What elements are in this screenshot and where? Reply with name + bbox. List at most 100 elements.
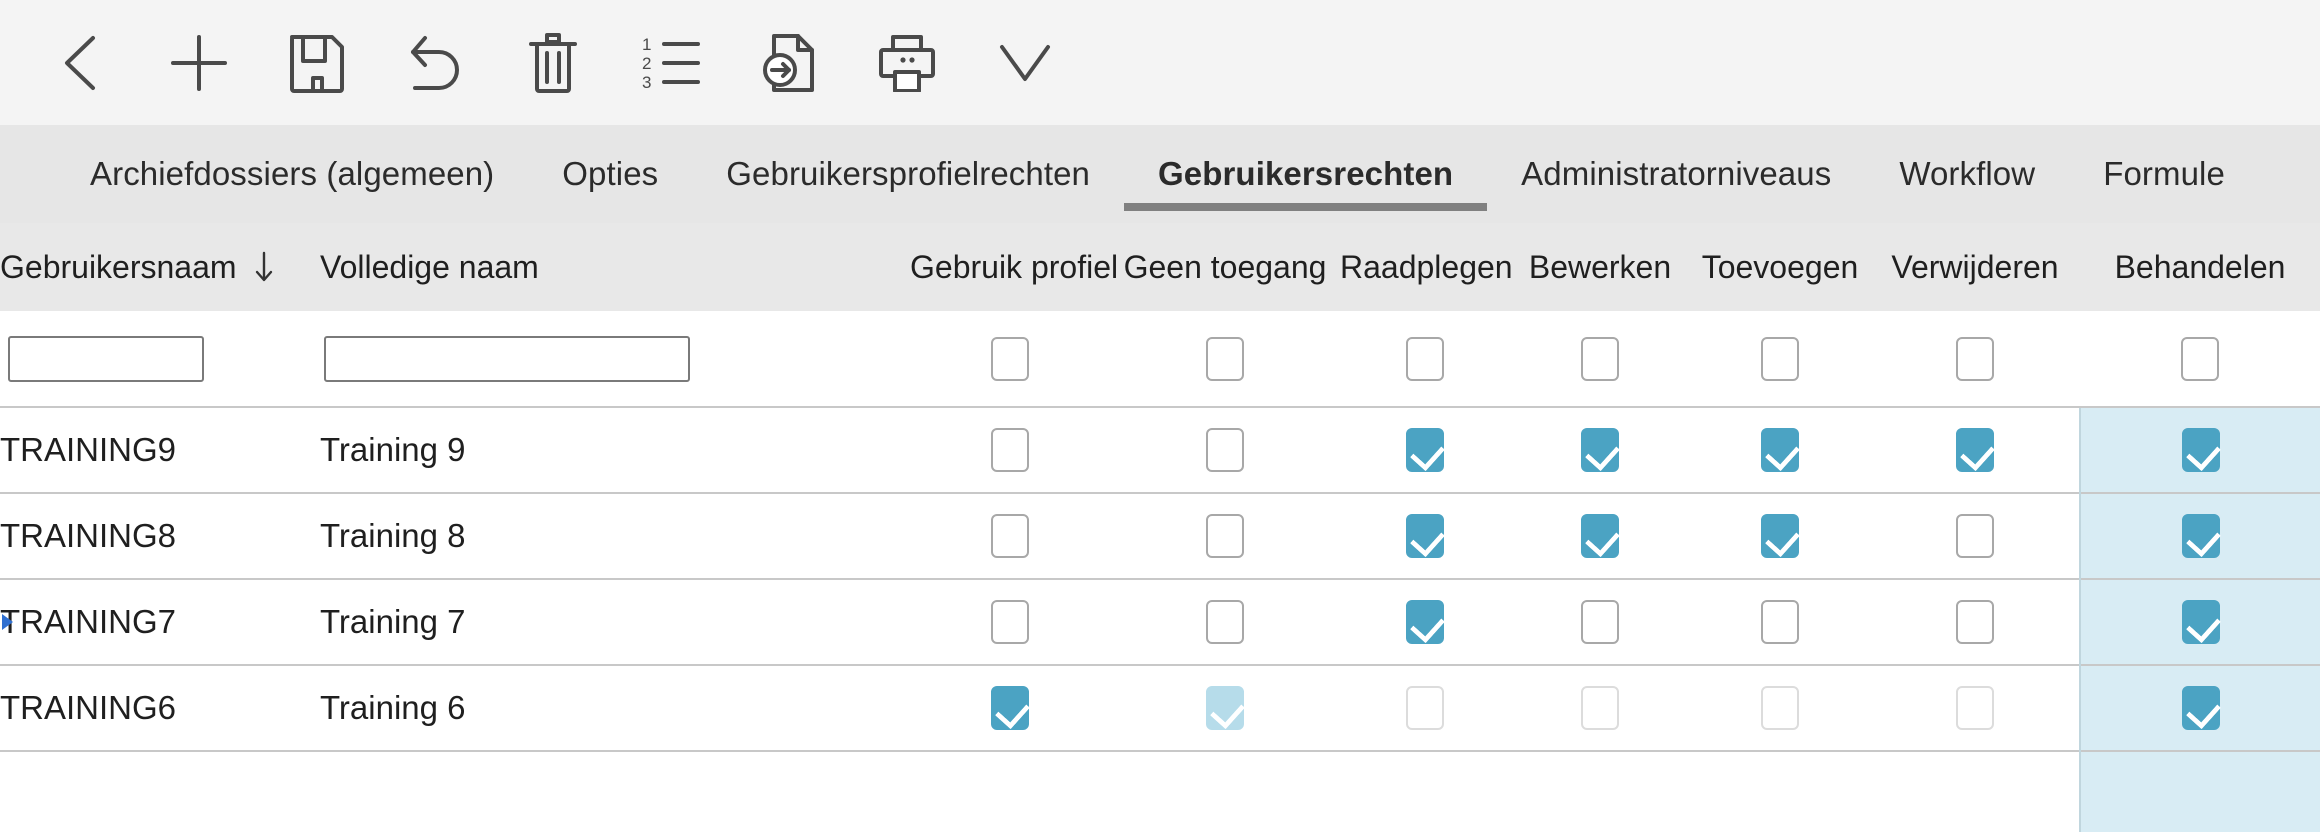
checkbox-handle[interactable] bbox=[2181, 600, 2220, 644]
cell-consult bbox=[1340, 406, 1510, 493]
cell-value: TRAINING9 bbox=[0, 431, 177, 468]
cell-value: Training 8 bbox=[320, 517, 466, 554]
filter-cell-username bbox=[0, 311, 320, 407]
checkbox-handle[interactable] bbox=[2181, 428, 2220, 472]
filter-input-gebruikersnaam[interactable] bbox=[8, 335, 204, 382]
checkbox-handle[interactable] bbox=[2181, 686, 2220, 730]
column-header-label: Volledige naam bbox=[320, 248, 539, 285]
column-header-volledige-naam[interactable]: Volledige naam bbox=[320, 223, 910, 311]
checkbox-consult[interactable] bbox=[1406, 600, 1444, 644]
filter-checkbox-toevoegen[interactable] bbox=[1761, 336, 1799, 381]
filter-checkbox-bewerken[interactable] bbox=[1581, 336, 1619, 381]
cell-profile bbox=[910, 492, 1110, 579]
cell-add bbox=[1690, 406, 1870, 493]
export-document-button[interactable] bbox=[730, 8, 848, 118]
cell-volledige-naam[interactable]: Training 6 bbox=[320, 664, 910, 751]
tab-gebruikersrechten[interactable]: Gebruikersrechten bbox=[1124, 125, 1488, 223]
checkbox-add[interactable] bbox=[1761, 514, 1799, 558]
cell-handle bbox=[2079, 492, 2320, 579]
checkbox-edit[interactable] bbox=[1581, 428, 1619, 472]
checkbox-add[interactable] bbox=[1761, 428, 1799, 472]
numbered-list-button[interactable]: 1 2 3 bbox=[612, 8, 730, 118]
checkbox-profile[interactable] bbox=[991, 686, 1029, 730]
column-header-behandelen[interactable]: Behandelen bbox=[2080, 223, 2320, 311]
cell-volledige-naam[interactable] bbox=[320, 750, 910, 832]
toolbar: 1 2 3 bbox=[0, 0, 2320, 125]
column-header-verwijderen[interactable]: Verwijderen bbox=[1870, 223, 2080, 311]
filter-checkbox-behandelen[interactable] bbox=[2181, 336, 2219, 381]
cell-consult bbox=[1340, 664, 1510, 751]
print-button[interactable] bbox=[848, 8, 966, 118]
save-button[interactable] bbox=[258, 8, 376, 118]
print-icon bbox=[877, 34, 937, 92]
checkbox-delete[interactable] bbox=[1955, 600, 1994, 644]
cell-gebruikersnaam[interactable]: TRAINING8 bbox=[0, 492, 320, 579]
cell-delete bbox=[1870, 406, 2080, 493]
column-header-label: Gebruik profiel bbox=[910, 248, 1119, 285]
tab-formule[interactable]: Formule bbox=[2069, 125, 2259, 223]
checkbox-edit[interactable] bbox=[1581, 514, 1619, 558]
cell-volledige-naam[interactable]: Training 7 bbox=[320, 578, 910, 665]
cell-value: TRAINING8 bbox=[0, 517, 177, 554]
cell-gebruikersnaam[interactable]: TRAINING7 bbox=[0, 578, 320, 665]
tab-administratorniveaus[interactable]: Administratorniveaus bbox=[1487, 125, 1865, 223]
tab-label: Gebruikersrechten bbox=[1158, 155, 1454, 192]
checkbox-delete[interactable] bbox=[1955, 428, 1994, 472]
table-row[interactable]: TRAINING8 Training 8 bbox=[0, 492, 2320, 579]
filter-checkbox-raadplegen[interactable] bbox=[1406, 336, 1444, 381]
add-button[interactable] bbox=[140, 8, 258, 118]
checkbox-consult[interactable] bbox=[1406, 428, 1444, 472]
column-header-gebruik-profiel[interactable]: Gebruik profiel bbox=[910, 223, 1118, 311]
cell-handle bbox=[2079, 750, 2320, 832]
cell-gebruikersnaam[interactable]: TRAINING9 bbox=[0, 406, 320, 493]
filter-input-volledige-naam[interactable] bbox=[324, 335, 690, 382]
checkbox-add bbox=[1761, 686, 1799, 730]
filter-checkbox-geen-toegang[interactable] bbox=[1206, 336, 1244, 381]
column-header-gebruikersnaam[interactable]: Gebruikersnaam bbox=[0, 223, 320, 311]
column-header-raadplegen[interactable]: Raadplegen bbox=[1340, 223, 1513, 311]
table-row[interactable]: TRAINING9 Training 9 bbox=[0, 406, 2320, 493]
permissions-grid: Gebruikersnaam Volledige naam Gebruik pr… bbox=[0, 223, 2320, 832]
filter-checkbox-verwijderen[interactable] bbox=[1956, 336, 1994, 381]
tab-opties[interactable]: Opties bbox=[528, 125, 692, 223]
checkbox-noaccess[interactable] bbox=[1206, 428, 1244, 472]
filter-checkbox-gebruik-profiel[interactable] bbox=[991, 336, 1029, 381]
checkbox-edit[interactable] bbox=[1581, 600, 1619, 644]
cell-volledige-naam[interactable]: Training 9 bbox=[320, 406, 910, 493]
checkbox-noaccess[interactable] bbox=[1206, 600, 1244, 644]
table-row[interactable]: TRAINING6 Training 6 bbox=[0, 664, 2320, 751]
table-row[interactable] bbox=[0, 750, 2320, 832]
checkbox-add[interactable] bbox=[1761, 600, 1799, 644]
column-header-bewerken[interactable]: Bewerken bbox=[1510, 223, 1690, 311]
table-row[interactable]: TRAINING7 Training 7 bbox=[0, 578, 2320, 665]
checkbox-noaccess[interactable] bbox=[1206, 514, 1244, 558]
checkbox-profile[interactable] bbox=[991, 514, 1029, 558]
cell-profile bbox=[910, 406, 1110, 493]
tab-label: Opties bbox=[562, 155, 659, 192]
undo-button[interactable] bbox=[376, 8, 494, 118]
back-button[interactable] bbox=[22, 8, 140, 118]
cell-noaccess bbox=[1110, 664, 1340, 751]
column-header-label: Verwijderen bbox=[1891, 248, 2059, 285]
cell-gebruikersnaam[interactable] bbox=[0, 750, 320, 832]
checkbox-delete[interactable] bbox=[1955, 514, 1994, 558]
cell-volledige-naam[interactable]: Training 8 bbox=[320, 492, 910, 579]
tab-label: Workflow bbox=[1899, 155, 2036, 192]
cell-gebruikersnaam[interactable]: TRAINING6 bbox=[0, 664, 320, 751]
undo-icon bbox=[405, 32, 465, 94]
tab-workflow[interactable]: Workflow bbox=[1865, 125, 2069, 223]
tab-archiefdossiers-algemeen[interactable]: Archiefdossiers (algemeen) bbox=[56, 125, 528, 223]
tab-gebruikersprofielrechten[interactable]: Gebruikersprofielrechten bbox=[692, 125, 1124, 223]
checkbox-consult[interactable] bbox=[1406, 514, 1444, 558]
cell-add bbox=[1690, 578, 1870, 665]
cell-profile bbox=[910, 664, 1110, 751]
more-button[interactable] bbox=[966, 8, 1084, 118]
checkbox-profile[interactable] bbox=[991, 600, 1029, 644]
delete-button[interactable] bbox=[494, 8, 612, 118]
checkbox-handle[interactable] bbox=[2181, 514, 2220, 558]
cell-profile bbox=[910, 578, 1110, 665]
column-header-toevoegen[interactable]: Toevoegen bbox=[1690, 223, 1870, 311]
checkbox-profile[interactable] bbox=[991, 428, 1029, 472]
column-header-geen-toegang[interactable]: Geen toegang bbox=[1110, 223, 1340, 311]
grid-body: TRAINING9 Training 9 TRAINING8 Training 8 TR… bbox=[0, 311, 2320, 832]
